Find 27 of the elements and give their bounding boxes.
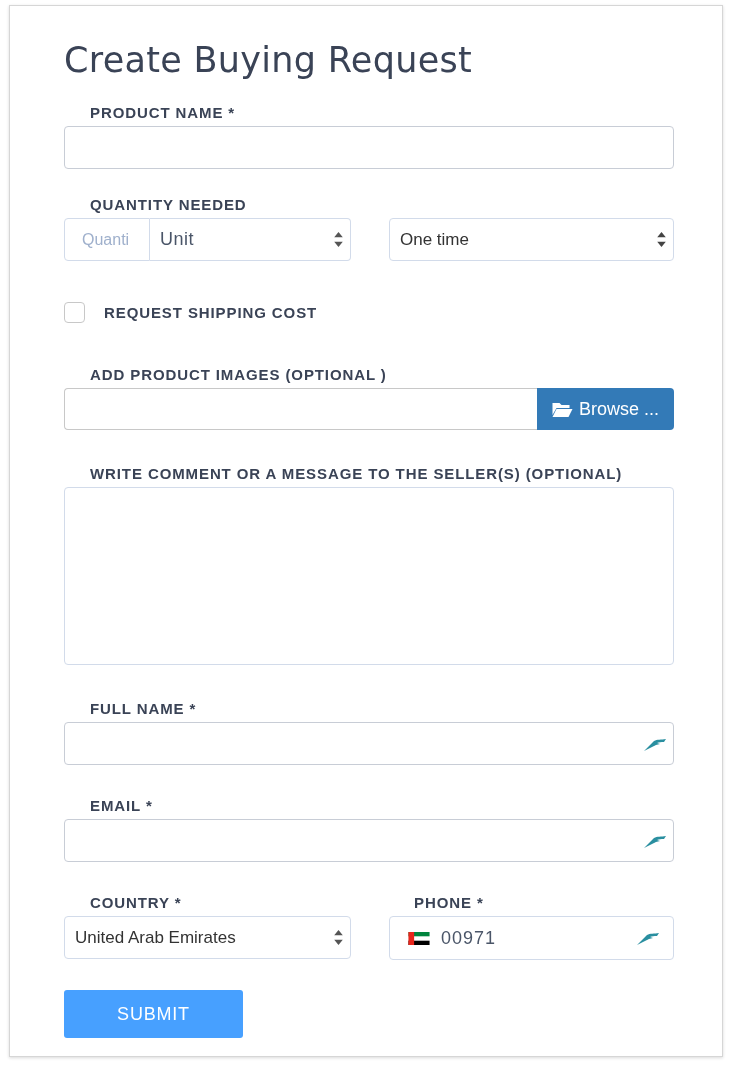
file-input-field[interactable] <box>64 388 537 430</box>
input-field[interactable] <box>64 126 674 169</box>
field-label: EMAIL * <box>89 797 154 814</box>
field-label: FULL NAME * <box>89 700 198 717</box>
folder-icon <box>552 401 573 417</box>
form-title: Create Buying Request <box>64 40 474 80</box>
field-label: ADD PRODUCT IMAGES (OPTIONAL ) <box>89 366 388 383</box>
checkbox[interactable] <box>64 302 85 323</box>
sort-arrows-icon <box>334 232 343 247</box>
field-label: PRODUCT NAME * <box>89 104 237 121</box>
sort-arrows-icon <box>334 930 343 945</box>
field-label: QUANTITY NEEDED <box>89 196 248 213</box>
unit-select[interactable]: Unit <box>150 218 351 261</box>
frequency-select[interactable]: One time <box>389 218 674 261</box>
phone-field[interactable]: 00971 <box>389 916 674 960</box>
checkbox-label: REQUEST SHIPPING COST <box>104 304 318 321</box>
country-select[interactable]: United Arab Emirates <box>64 916 351 959</box>
input-field[interactable] <box>64 819 674 862</box>
message-textarea[interactable] <box>64 487 674 665</box>
flag-icon <box>406 931 432 945</box>
input-field[interactable] <box>64 722 674 765</box>
field-label: PHONE * <box>413 894 485 911</box>
field-label: WRITE COMMENT OR A MESSAGE TO THE SELLER(S) (OPTIONAL) <box>89 465 624 482</box>
sort-arrows-icon <box>657 232 666 247</box>
browse-button[interactable]: Browse ... <box>537 388 674 430</box>
field-label: COUNTRY * <box>89 894 183 911</box>
quantity-input[interactable]: Quanti <box>64 218 150 261</box>
